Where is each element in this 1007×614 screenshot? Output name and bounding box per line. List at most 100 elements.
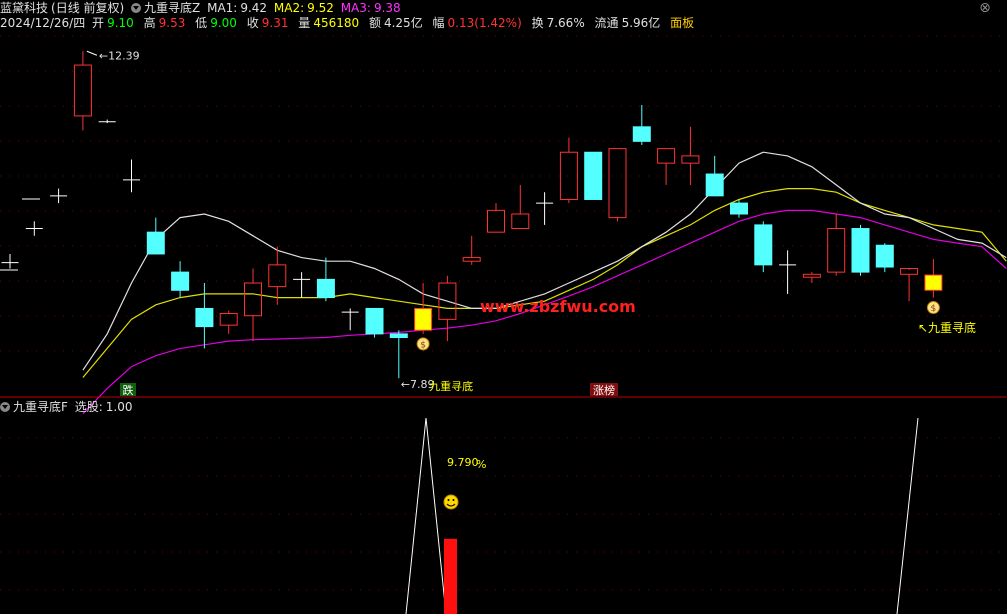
volume-label: 量 bbox=[298, 16, 311, 30]
money-bag-symbol: $ bbox=[420, 340, 426, 350]
candle-body bbox=[632, 126, 651, 142]
candle bbox=[487, 203, 505, 233]
candle bbox=[657, 148, 676, 185]
signal-line-2 bbox=[896, 417, 919, 614]
signal-bar-label: 9.790 bbox=[447, 456, 479, 469]
candle bbox=[705, 155, 724, 197]
candle bbox=[365, 307, 384, 338]
chevron-down-icon[interactable] bbox=[0, 402, 10, 412]
change-value: 0.13(1.42%) bbox=[447, 16, 522, 30]
candle-body bbox=[487, 209, 505, 233]
candle bbox=[779, 250, 797, 294]
candle bbox=[900, 267, 919, 302]
period-label: (日线 前复权) bbox=[51, 1, 125, 15]
candle-body bbox=[730, 202, 748, 215]
candle-body bbox=[268, 264, 287, 288]
candle bbox=[146, 217, 165, 255]
candle-body bbox=[244, 282, 262, 317]
candle-body bbox=[705, 173, 724, 197]
candle bbox=[50, 188, 68, 204]
candle bbox=[851, 224, 870, 276]
candle bbox=[462, 235, 481, 265]
panel-button[interactable]: 面板 bbox=[670, 16, 694, 30]
close-icon[interactable]: ⊗ bbox=[977, 0, 993, 16]
high-label: 高 bbox=[143, 16, 156, 30]
candle-body bbox=[316, 278, 335, 299]
candle bbox=[1, 253, 19, 269]
select-label: 选股: bbox=[74, 400, 103, 414]
candle-body bbox=[389, 333, 408, 339]
candle bbox=[293, 272, 311, 298]
high-value: 9.53 bbox=[158, 16, 186, 30]
amount-value: 4.25亿 bbox=[383, 16, 423, 30]
sub-indicator-name[interactable]: 九重寻底F bbox=[13, 400, 68, 414]
stock-name: 蓝黛科技 bbox=[0, 1, 49, 15]
sub-header: 九重寻底F 选股: 1.00 bbox=[0, 399, 136, 415]
candle bbox=[632, 105, 651, 145]
candle-body bbox=[414, 307, 433, 331]
select-value: 1.00 bbox=[105, 400, 133, 414]
smiley-eye bbox=[447, 499, 450, 501]
candle-body bbox=[146, 231, 165, 255]
candle-body bbox=[657, 148, 676, 164]
candle-body bbox=[73, 64, 92, 117]
ma2-value: 9.52 bbox=[307, 1, 334, 15]
candle-body bbox=[584, 151, 603, 200]
ma1-label: MA1: bbox=[207, 1, 238, 15]
close-label: 收 bbox=[246, 16, 259, 30]
limit-up-label: 涨榜 bbox=[593, 383, 615, 397]
candle-body bbox=[462, 257, 481, 262]
candle bbox=[924, 259, 943, 298]
candle bbox=[875, 243, 894, 273]
ma3-value: 9.38 bbox=[373, 1, 401, 15]
signal-bar-unit: % bbox=[476, 458, 486, 471]
signal-label-mid: 九重寻底 bbox=[429, 379, 473, 393]
signal-bar bbox=[444, 538, 457, 614]
candle bbox=[511, 184, 530, 230]
candle-body bbox=[754, 224, 773, 266]
chevron-down-icon[interactable] bbox=[131, 3, 142, 13]
candle-body bbox=[171, 271, 190, 291]
candle-body bbox=[681, 155, 700, 164]
candle-body bbox=[827, 228, 846, 273]
main-header-row1: 蓝黛科技 (日线 前复权) 九重寻底Z MA1: 9.42 MA2: 9.52 MA3… bbox=[0, 0, 404, 16]
candle bbox=[802, 272, 821, 284]
candle bbox=[171, 261, 190, 298]
smiley-eye bbox=[452, 499, 455, 501]
open-label: 开 bbox=[92, 16, 105, 30]
candle bbox=[316, 257, 335, 302]
candle bbox=[25, 221, 43, 236]
candle bbox=[123, 159, 140, 193]
turnover-label: 换 bbox=[531, 16, 544, 30]
stock-chart[interactable]: ←12.39←7.89九重寻底$$↖九重寻底www.zbzfwu.com跌 涨榜 … bbox=[0, 0, 1007, 614]
candle-body bbox=[924, 274, 943, 291]
money-bag-icon: $ bbox=[926, 301, 940, 315]
float-value: 5.96亿 bbox=[621, 16, 661, 30]
candle-body bbox=[875, 244, 894, 268]
volume-value: 456180 bbox=[313, 16, 360, 30]
change-label: 幅 bbox=[432, 16, 445, 30]
candle bbox=[73, 51, 92, 131]
signal-label-right: ↖九重寻底 bbox=[918, 320, 976, 335]
candle-body bbox=[851, 228, 870, 273]
date-label: 2024/12/26/四 bbox=[0, 16, 86, 30]
candle bbox=[195, 283, 214, 349]
candle bbox=[244, 268, 262, 342]
indicator-name[interactable]: 九重寻底Z bbox=[144, 1, 200, 15]
candle bbox=[559, 137, 578, 204]
low-label: 低 bbox=[195, 16, 208, 30]
candle bbox=[608, 148, 627, 222]
candle-body bbox=[365, 307, 384, 335]
high-price-label: ←12.39 bbox=[99, 49, 140, 62]
candle bbox=[584, 151, 603, 200]
moving-average-lines bbox=[82, 151, 1007, 415]
fall-badge: 跌 bbox=[120, 383, 136, 397]
float-label: 流通 bbox=[594, 16, 619, 30]
candle-body bbox=[608, 148, 627, 219]
candle bbox=[827, 214, 846, 276]
money-bag-icon: $ bbox=[416, 337, 430, 351]
candle bbox=[98, 119, 116, 124]
candle-body bbox=[802, 273, 821, 278]
candle bbox=[536, 192, 554, 225]
ma1-value: 9.42 bbox=[240, 1, 268, 15]
